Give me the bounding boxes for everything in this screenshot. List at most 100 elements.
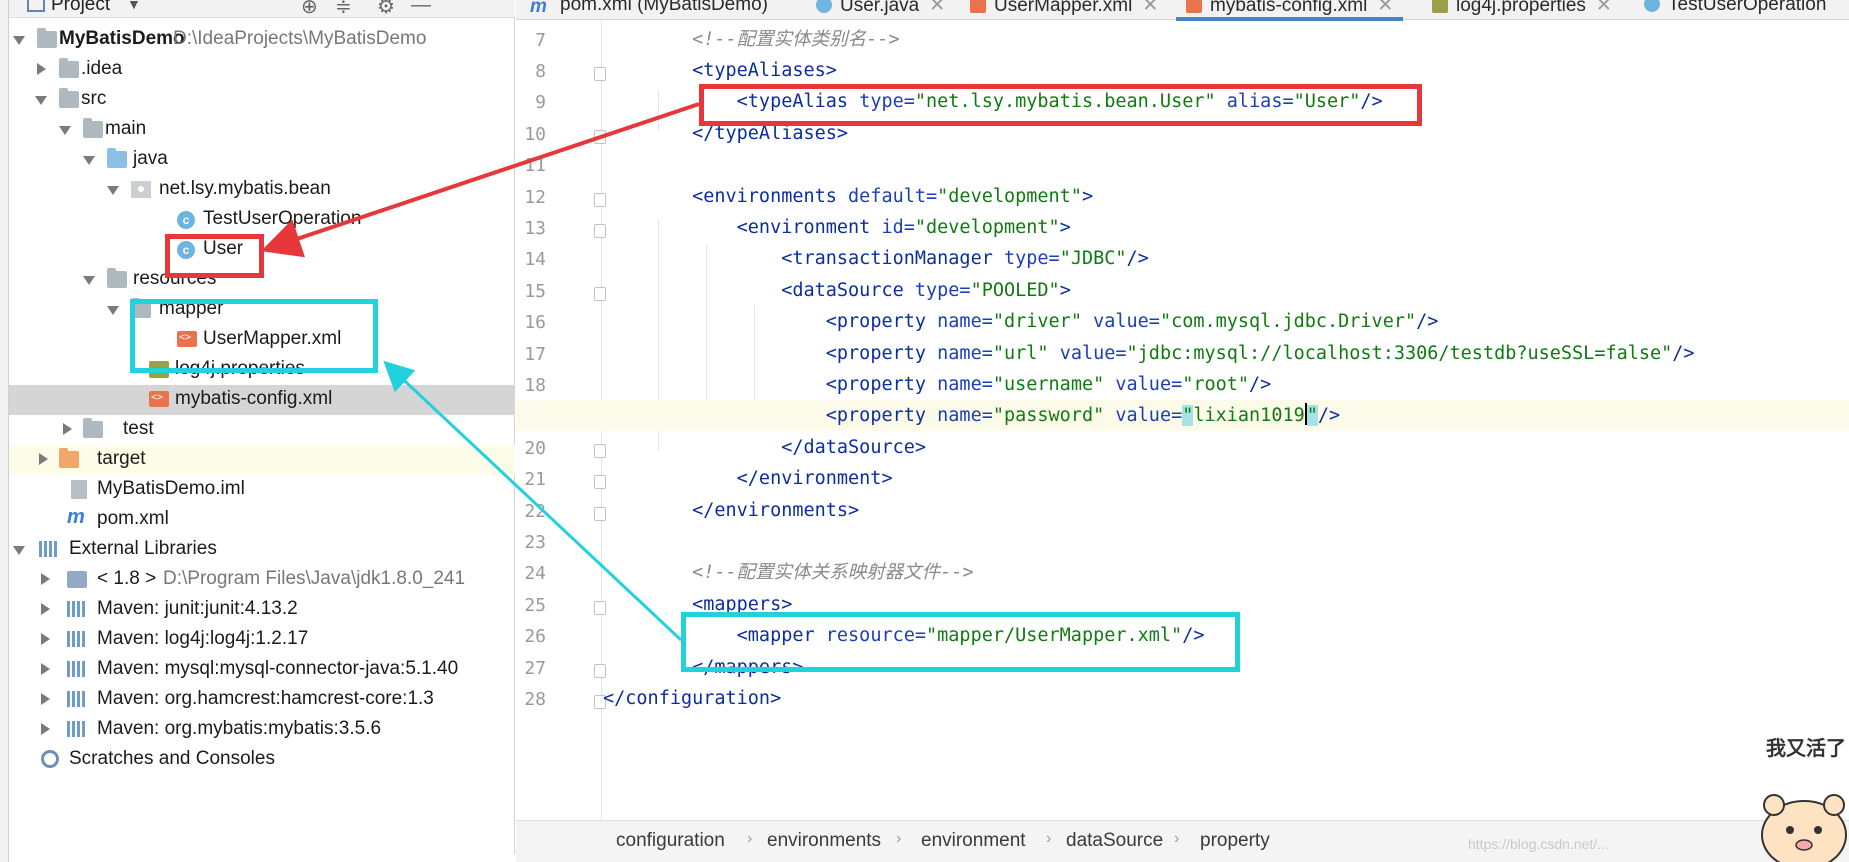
breadcrumb-item[interactable]: environment <box>921 830 1026 852</box>
class-icon <box>1644 0 1660 12</box>
tree-item-usermapper-xml[interactable]: UserMapper.xml <box>9 325 515 355</box>
xml-comment: <!--配置实体类别名--> <box>692 29 900 50</box>
tree-item-label: UserMapper.xml <box>203 328 342 349</box>
close-icon[interactable]: ✕ <box>929 0 945 16</box>
tab-user-java[interactable]: User.java ✕ <box>816 0 945 17</box>
collapse-arrow-icon[interactable] <box>41 663 50 675</box>
tree-item-target[interactable]: target <box>9 445 515 475</box>
tree-item-jdk[interactable]: < 1.8 > D:\Program Files\Java\jdk1.8.0_2… <box>9 565 515 595</box>
expand-arrow-icon[interactable] <box>59 126 71 135</box>
line-number: 24 <box>524 563 546 584</box>
tab-log4j-properties[interactable]: log4j.properties ✕ <box>1432 0 1612 17</box>
chevron-down-icon[interactable]: ▼ <box>127 0 141 12</box>
tree-item-hamcrest[interactable]: Maven: org.hamcrest:hamcrest-core:1.3 <box>9 685 515 715</box>
tree-item-idea[interactable]: .idea <box>9 55 515 85</box>
close-icon[interactable]: ✕ <box>1142 0 1158 16</box>
collapse-arrow-icon[interactable] <box>41 573 50 585</box>
line-number: 21 <box>524 469 546 490</box>
tree-item-iml[interactable]: MyBatisDemo.iml <box>9 475 515 505</box>
password-value: lixian1019 <box>1193 405 1305 426</box>
tree-item-resources[interactable]: resources <box>9 265 515 295</box>
collapse-all-icon[interactable]: ≑ <box>335 0 352 19</box>
tree-item-mapper[interactable]: mapper <box>9 295 515 325</box>
tree-item-label: Maven: org.mybatis:mybatis:3.5.6 <box>97 718 382 739</box>
expand-arrow-icon[interactable] <box>107 306 119 315</box>
tree-item-log4j[interactable]: Maven: log4j:log4j:1.2.17 <box>9 625 515 655</box>
code-line-13: <environment id="development"> <box>736 217 1071 238</box>
tree-item-testuseroperation[interactable]: c TestUserOperation <box>9 205 515 235</box>
code-line-24: <!--配置实体关系映射器文件--> <box>603 557 973 588</box>
tree-item-label: resources <box>133 268 217 289</box>
tree-item-label: target <box>97 448 146 469</box>
line-number: 9 <box>535 92 546 113</box>
tree-item-src[interactable]: src <box>9 85 515 115</box>
tab-testuseroperation[interactable]: TestUserOperation <box>1644 0 1826 16</box>
line-number: 14 <box>524 249 546 270</box>
breadcrumb-item[interactable]: configuration <box>616 830 725 852</box>
collapse-arrow-icon[interactable] <box>41 693 50 705</box>
jdk-icon <box>67 571 87 588</box>
folder-icon <box>83 418 103 438</box>
tree-item-test[interactable]: test <box>9 415 515 445</box>
tree-item-pom-xml[interactable]: m pom.xml <box>9 505 515 535</box>
expand-arrow-icon[interactable] <box>107 186 119 195</box>
left-tool-stripe[interactable] <box>0 0 9 862</box>
module-file-icon <box>71 480 87 499</box>
code-line-27: </mappers> <box>692 657 804 678</box>
expand-arrow-icon[interactable] <box>83 276 95 285</box>
expand-arrow-icon[interactable] <box>35 96 47 105</box>
env-id-value: "development" <box>914 217 1060 238</box>
tree-item-label: java <box>133 148 168 169</box>
tree-item-package[interactable]: net.lsy.mybatis.bean <box>9 175 515 205</box>
collapse-arrow-icon[interactable] <box>41 603 50 615</box>
tree-item-external-libraries[interactable]: External Libraries <box>9 535 515 565</box>
project-folder-icon <box>27 0 45 12</box>
tree-item-main[interactable]: main <box>9 115 515 145</box>
close-icon[interactable]: ✕ <box>1596 0 1612 16</box>
collapse-arrow-icon[interactable] <box>41 723 50 735</box>
attr-value: "root" <box>1182 374 1250 395</box>
tree-item-mybatis-config-xml[interactable]: mybatis-config.xml <box>9 385 515 415</box>
collapse-arrow-icon[interactable] <box>39 453 48 465</box>
tree-item-mybatis-lib[interactable]: Maven: org.mybatis:mybatis:3.5.6 <box>9 715 515 745</box>
tab-mybatis-config-xml[interactable]: mybatis-config.xml ✕ <box>1175 0 1404 21</box>
collapse-arrow-icon[interactable] <box>63 423 72 435</box>
chevron-right-icon: › <box>1174 830 1180 847</box>
tree-item-label: pom.xml <box>97 508 169 529</box>
locate-icon[interactable]: ⊕ <box>301 0 318 19</box>
breadcrumb-item[interactable]: environments <box>767 830 881 852</box>
line-number: 23 <box>524 532 546 553</box>
tree-item-label: Scratches and Consoles <box>69 748 275 769</box>
tree-item-junit[interactable]: Maven: junit:junit:4.13.2 <box>9 595 515 625</box>
collapse-arrow-icon[interactable] <box>41 633 50 645</box>
hide-panel-icon[interactable]: — <box>411 0 431 17</box>
breadcrumb: configuration › environments › environme… <box>516 820 1849 862</box>
mapper-resource-value: "mapper/UserMapper.xml" <box>926 625 1183 646</box>
tree-item-java[interactable]: java <box>9 145 515 175</box>
breadcrumb-item[interactable]: dataSource <box>1066 830 1163 852</box>
tree-item-mysql-connector[interactable]: Maven: mysql:mysql-connector-java:5.1.40 <box>9 655 515 685</box>
expand-arrow-icon[interactable] <box>13 36 25 45</box>
expand-arrow-icon[interactable] <box>83 156 95 165</box>
line-number: 20 <box>524 438 546 459</box>
tree-item-label: User <box>203 238 244 259</box>
collapse-arrow-icon[interactable] <box>37 63 46 75</box>
code-editor[interactable]: <!--配置实体类别名--> <typeAliases> <typeAlias … <box>516 20 1849 820</box>
tree-item-user[interactable]: c User <box>9 235 515 265</box>
project-panel-title[interactable]: Project <box>51 0 110 16</box>
editor-tabs: m pom.xml (MyBatisDemo) User.java ✕ UserMa… <box>516 0 1849 21</box>
tree-item-mybatisdemo[interactable]: MyBatisDemo D:\IdeaProjects\MyBatisDemo <box>9 25 515 55</box>
tree-item-log4j-properties[interactable]: log4j.properties <box>9 355 515 385</box>
tree-item-path: D:\Program Files\Java\jdk1.8.0_241 <box>163 568 466 589</box>
gear-icon[interactable]: ⚙ <box>377 0 395 19</box>
expand-arrow-icon[interactable] <box>13 546 25 555</box>
close-icon[interactable]: ✕ <box>1377 0 1393 16</box>
tab-usermapper-xml[interactable]: UserMapper.xml ✕ <box>970 0 1158 17</box>
xml-file-icon <box>149 391 169 407</box>
line-number: 28 <box>524 689 546 710</box>
tree-item-scratches[interactable]: Scratches and Consoles <box>9 745 515 775</box>
tree-item-label: Maven: org.hamcrest:hamcrest-core:1.3 <box>97 688 434 709</box>
tab-pom-xml[interactable]: m pom.xml (MyBatisDemo) <box>530 0 768 17</box>
tree-item-label: < 1.8 > <box>97 568 157 589</box>
breadcrumb-item[interactable]: property <box>1200 830 1270 852</box>
